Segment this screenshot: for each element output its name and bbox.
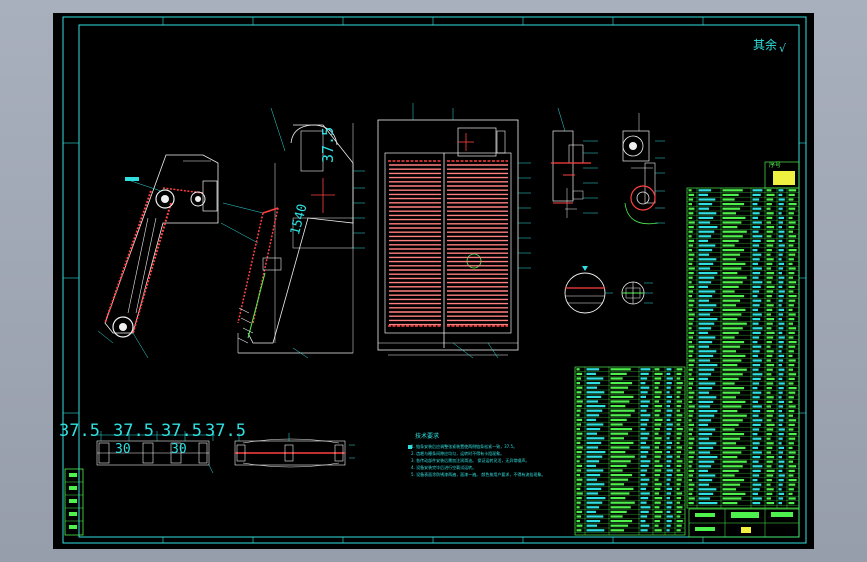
technical-note-4: 4. 设备安装完毕后进行空载试运转。: [411, 465, 477, 470]
dimension-inner-2: 30: [171, 442, 187, 457]
parts-list-table: [574, 161, 800, 536]
dimension-2: 37.5: [113, 421, 154, 441]
section-circle-b: [621, 281, 653, 305]
technical-notes-title: 技术要求: [415, 433, 440, 440]
technical-note-2: 2. 齿耙与栅条间隙应均匀，运转时不得有卡阻现象。: [411, 451, 505, 456]
dimension-inner-1: 30: [115, 442, 131, 457]
title-block: [688, 508, 800, 538]
finish-symbol: √: [779, 42, 787, 55]
dimension-4: 37.5: [205, 421, 246, 441]
dimension-vertical-top: 37.5: [319, 126, 337, 163]
detail-view-b: [622, 113, 665, 225]
drawing-sheet[interactable]: 其余 √ 37.5 37.5 37.5 37.5 30 30 37.5 1540…: [53, 13, 814, 549]
dimension-1: 37.5: [59, 421, 100, 441]
parts-table-header: 序号: [769, 162, 782, 169]
side-view-left: [97, 154, 264, 359]
dimension-3: 37.5: [161, 421, 202, 441]
screen-grate: [389, 164, 508, 326]
section-circle-a: [564, 266, 613, 314]
left-title-block: [64, 468, 84, 536]
technical-note-3: 3. 各传动部件安装后需加注润滑油。 保证运转灵活，无异常噪声。: [411, 458, 530, 463]
cad-viewport[interactable]: 其余 √ 37.5 37.5 37.5 37.5 30 30 37.5 1540…: [0, 0, 867, 562]
surface-finish-mark: 其余: [753, 38, 778, 52]
detail-view-a: [551, 107, 598, 218]
bottom-chain-detail-right: [234, 433, 355, 468]
technical-note-5: 5. 设备表面涂防锈漆两遍，面漆一遍。 颜色按用户要求，不得有流挂现象。: [411, 472, 546, 477]
technical-note-1: 1. 链条安装后应调整张紧装置使两侧链条松紧一致，37.5。: [411, 444, 517, 449]
